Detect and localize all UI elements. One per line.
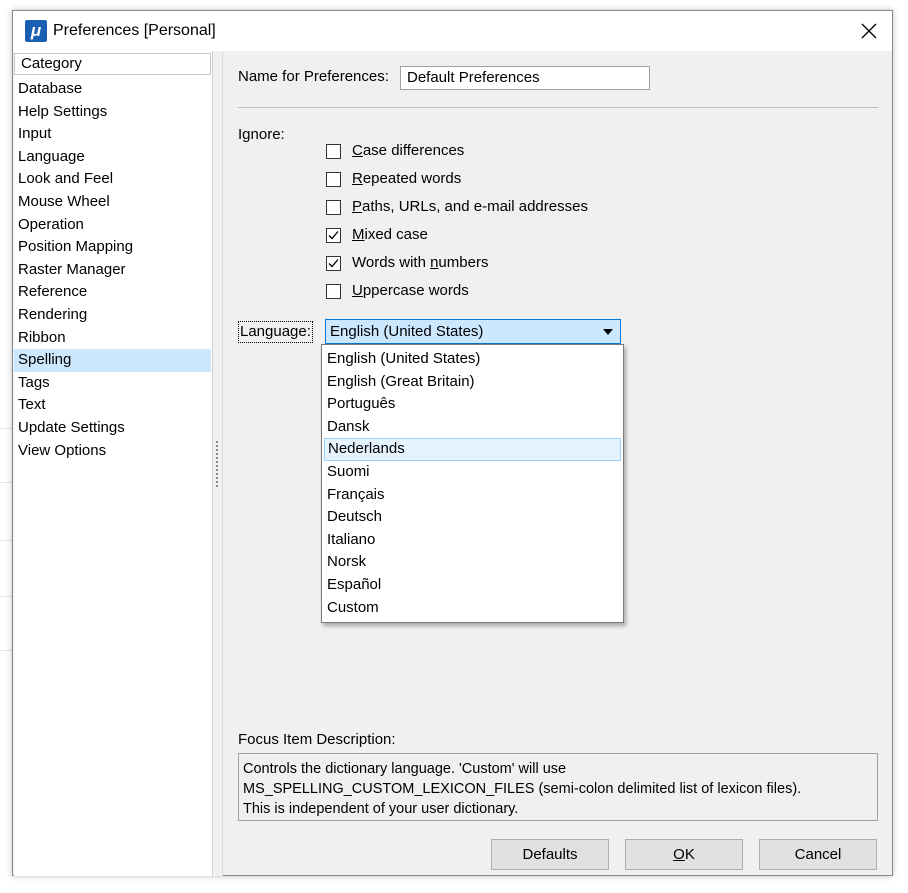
cancel-button[interactable]: Cancel bbox=[759, 839, 877, 870]
divider bbox=[238, 107, 878, 108]
checkmark-icon bbox=[328, 231, 339, 240]
category-item-mouse-wheel[interactable]: Mouse Wheel bbox=[14, 191, 211, 214]
category-item-reference[interactable]: Reference bbox=[14, 281, 211, 304]
category-header[interactable]: Category bbox=[14, 53, 211, 75]
category-item-look-and-feel[interactable]: Look and Feel bbox=[14, 168, 211, 191]
language-option[interactable]: Español bbox=[324, 574, 621, 597]
category-pane: Category Database Help Settings Input Langu… bbox=[14, 51, 213, 876]
category-item-text[interactable]: Text bbox=[14, 394, 211, 417]
checkbox-label-rest: epeated words bbox=[362, 170, 462, 187]
checkbox[interactable] bbox=[326, 144, 341, 159]
category-item-language[interactable]: Language bbox=[14, 146, 211, 169]
checkbox[interactable] bbox=[326, 200, 341, 215]
language-option[interactable]: Dansk bbox=[324, 416, 621, 439]
category-item-view-options[interactable]: View Options bbox=[14, 440, 211, 463]
close-button[interactable] bbox=[846, 11, 892, 51]
checkbox-label-rest: umbers bbox=[438, 254, 489, 271]
name-label: Name for Preferences: bbox=[238, 68, 389, 85]
checkbox-label: Repeated words bbox=[352, 169, 461, 189]
language-option[interactable]: Deutsch bbox=[324, 506, 621, 529]
focus-line: MS_SPELLING_CUSTOM_LEXICON_FILES (semi-c… bbox=[243, 781, 802, 797]
title-bar: μ Preferences [Personal] bbox=[13, 11, 892, 51]
checkmark-icon bbox=[328, 259, 339, 268]
pane-splitter[interactable] bbox=[213, 51, 223, 876]
focus-description-box: Controls the dictionary language. 'Custo… bbox=[238, 753, 878, 821]
ok-button[interactable]: OK bbox=[625, 839, 743, 870]
language-option[interactable]: Nederlands bbox=[324, 438, 621, 461]
language-option[interactable]: Português bbox=[324, 393, 621, 416]
category-item-help-settings[interactable]: Help Settings bbox=[14, 101, 211, 124]
category-item-spelling[interactable]: Spelling bbox=[14, 349, 211, 372]
language-option[interactable]: Suomi bbox=[324, 461, 621, 484]
checkbox-label-mnemonic: U bbox=[352, 282, 363, 299]
category-item-input[interactable]: Input bbox=[14, 123, 211, 146]
checkbox-label-mnemonic: M bbox=[352, 226, 365, 243]
checkbox-label: Case differences bbox=[352, 141, 464, 161]
defaults-button[interactable]: Defaults bbox=[491, 839, 609, 870]
splitter-grip-icon bbox=[216, 441, 218, 487]
dropdown-arrow-icon bbox=[603, 329, 613, 335]
ignore-label: Ignore: bbox=[238, 126, 285, 143]
focus-description-label: Focus Item Description: bbox=[238, 731, 396, 748]
checkbox-label: Words with numbers bbox=[352, 253, 488, 273]
language-option[interactable]: English (Great Britain) bbox=[324, 371, 621, 394]
language-option[interactable]: Italiano bbox=[324, 529, 621, 552]
checkbox-label-rest: ppercase words bbox=[362, 282, 469, 299]
checkbox-label-prefix: Words with bbox=[352, 254, 431, 271]
checkbox-label: Uppercase words bbox=[352, 281, 469, 301]
checkbox[interactable] bbox=[326, 228, 341, 243]
focus-line: Controls the dictionary language. 'Custo… bbox=[243, 761, 567, 777]
app-icon: μ bbox=[25, 20, 47, 42]
category-item-operation[interactable]: Operation bbox=[14, 214, 211, 237]
checkbox-label-rest: ase differences bbox=[362, 142, 465, 159]
preferences-dialog: μ Preferences [Personal] Category Databa… bbox=[12, 10, 893, 876]
checkbox-label-rest: ixed case bbox=[364, 226, 428, 243]
focus-line: This is independent of your user diction… bbox=[243, 801, 519, 817]
checkbox[interactable] bbox=[326, 172, 341, 187]
category-item-ribbon[interactable]: Ribbon bbox=[14, 327, 211, 350]
checkbox[interactable] bbox=[326, 284, 341, 299]
language-option[interactable]: Custom bbox=[324, 597, 621, 620]
language-label: Language: bbox=[238, 321, 313, 343]
category-item-raster-manager[interactable]: Raster Manager bbox=[14, 259, 211, 282]
language-dropdown-list: English (United States) English (Great Br… bbox=[321, 344, 624, 623]
category-item-database[interactable]: Database bbox=[14, 78, 211, 101]
checkbox-label-mnemonic: R bbox=[352, 170, 363, 187]
checkbox-label: Paths, URLs, and e-mail addresses bbox=[352, 197, 588, 217]
checkbox-label-mnemonic: C bbox=[352, 142, 363, 159]
language-selected-value: English (United States) bbox=[330, 323, 484, 340]
window-title: Preferences [Personal] bbox=[53, 22, 216, 39]
category-item-tags[interactable]: Tags bbox=[14, 372, 211, 395]
spelling-settings-panel: Name for Preferences: Default Preference… bbox=[224, 51, 892, 875]
name-input[interactable]: Default Preferences bbox=[400, 66, 650, 90]
checkbox-label-mnemonic: P bbox=[352, 198, 363, 215]
category-item-update-settings[interactable]: Update Settings bbox=[14, 417, 211, 440]
category-list: Database Help Settings Input Language Look a… bbox=[14, 78, 211, 462]
checkbox-label: Mixed case bbox=[352, 225, 428, 245]
language-option[interactable]: English (United States) bbox=[324, 348, 621, 371]
language-combobox[interactable]: English (United States) bbox=[325, 319, 621, 344]
language-option[interactable]: Français bbox=[324, 484, 621, 507]
close-icon bbox=[861, 23, 877, 39]
checkbox-label-rest: aths, URLs, and e-mail addresses bbox=[362, 198, 588, 215]
ok-mnemonic: O bbox=[673, 846, 685, 863]
category-item-rendering[interactable]: Rendering bbox=[14, 304, 211, 327]
category-item-position-mapping[interactable]: Position Mapping bbox=[14, 236, 211, 259]
checkbox[interactable] bbox=[326, 256, 341, 271]
language-option[interactable]: Norsk bbox=[324, 551, 621, 574]
ok-label: K bbox=[684, 846, 695, 863]
